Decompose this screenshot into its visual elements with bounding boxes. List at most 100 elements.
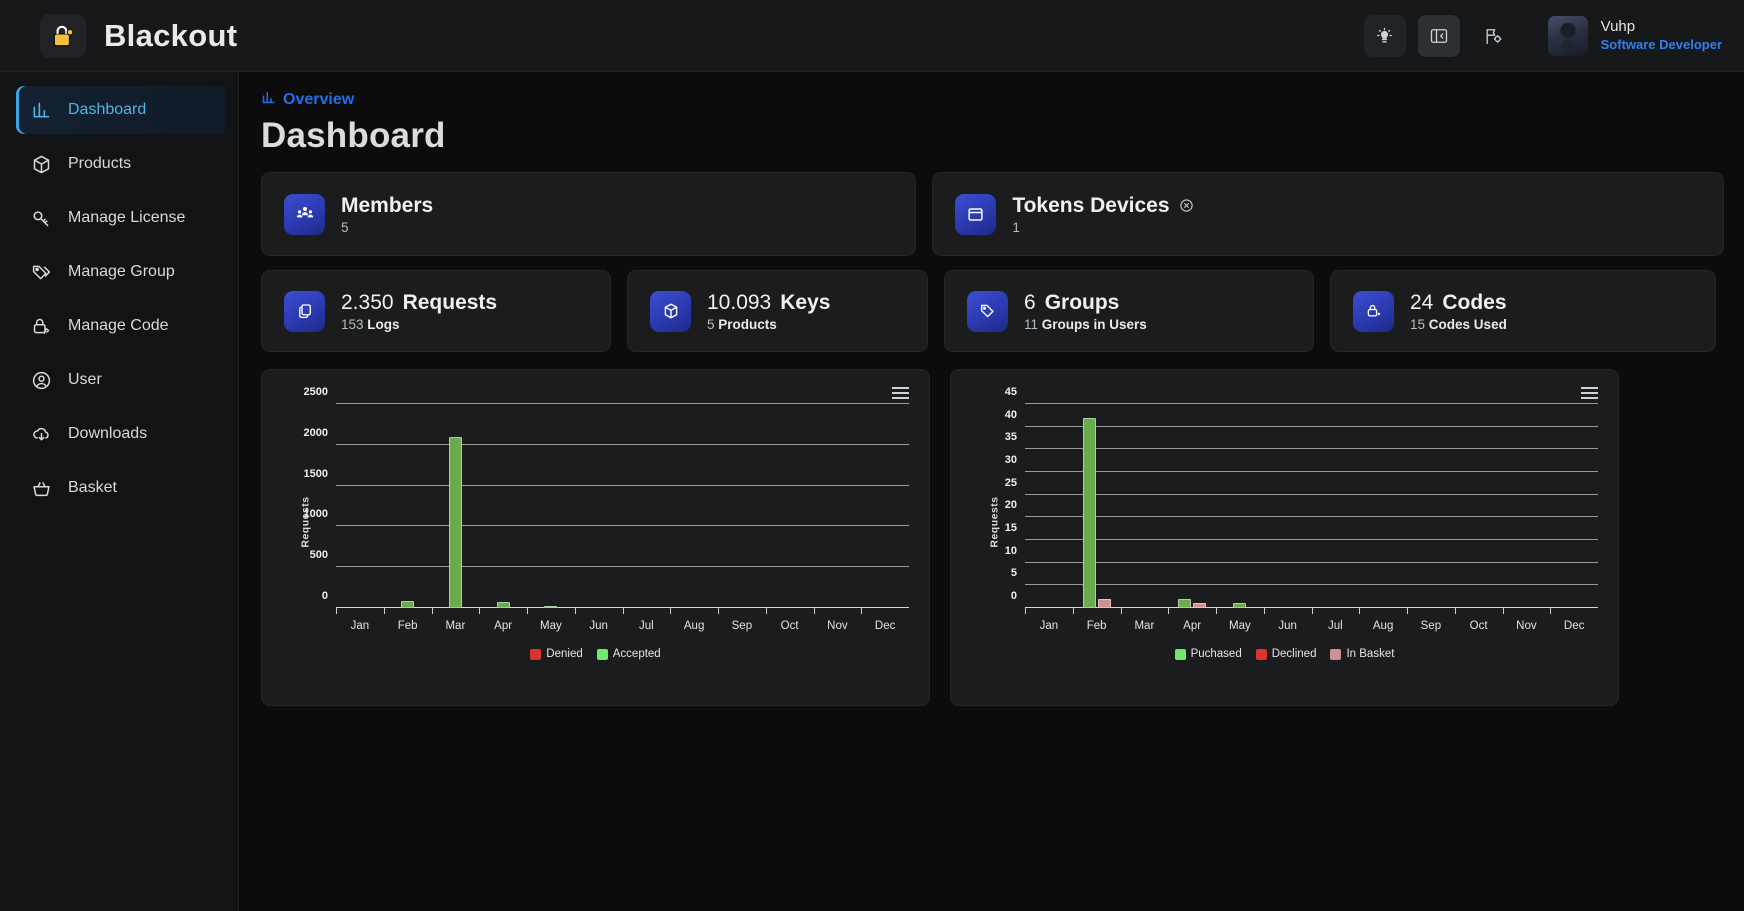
stat-sub-value: 5 xyxy=(707,316,715,332)
bar[interactable] xyxy=(448,436,462,608)
main-content: Overview Dashboard Members 5 Tokens Devi… xyxy=(239,72,1744,911)
bar[interactable] xyxy=(1097,598,1111,608)
sidebar-toggle-button[interactable] xyxy=(1417,14,1460,57)
y-axis-tick: 2500 xyxy=(303,386,328,398)
legend-label: Accepted xyxy=(612,648,661,660)
chart-legend: Denied Accepted xyxy=(278,648,913,660)
tick-mark xyxy=(1263,608,1312,614)
y-axis-tick: 500 xyxy=(309,549,328,562)
stats-row-secondary: 2.350 Requests 153 Logs 10.093 Keys 5 Pr… xyxy=(261,270,1724,352)
x-axis-tick: Oct xyxy=(780,620,799,632)
legend-item[interactable]: Denied xyxy=(530,648,583,660)
y-axis-tick: 0 xyxy=(321,590,328,602)
bar[interactable] xyxy=(1178,598,1192,608)
legend-item[interactable]: In Basket xyxy=(1330,648,1394,660)
plot-area: 0 5 10 15 20 25 30 35 40 45 xyxy=(1005,386,1598,608)
tags-icon xyxy=(30,261,52,283)
bar-group xyxy=(1121,404,1169,608)
stat-sub-label: Logs xyxy=(367,316,400,332)
x-axis-tick: Apr xyxy=(494,620,513,632)
sidebar-item-basket[interactable]: Basket xyxy=(16,464,226,512)
bar-group xyxy=(1407,404,1455,608)
sidebar-item-label: Manage Code xyxy=(68,317,169,334)
breadcrumb[interactable]: Overview xyxy=(261,90,1724,110)
bar-group xyxy=(718,404,766,608)
bar[interactable] xyxy=(1082,417,1096,608)
circle-x-icon[interactable] xyxy=(1179,198,1194,213)
stat-value: 1 xyxy=(1012,219,1020,235)
x-axis-tick: Oct xyxy=(1469,620,1488,632)
tick-mark xyxy=(861,608,909,614)
user-menu[interactable]: Vuhp Software Developer xyxy=(1547,15,1722,56)
top-bar: Blackout Vuhp Software Developer xyxy=(0,0,1744,72)
x-axis-tick: Jun xyxy=(589,620,608,632)
sidebar-item-user[interactable]: User xyxy=(16,356,226,404)
x-axis-tick: Jan xyxy=(1039,620,1059,632)
theme-toggle-button[interactable] xyxy=(1363,14,1406,57)
bar-group xyxy=(1073,404,1121,608)
stat-label: Codes xyxy=(1442,290,1507,314)
top-actions: Vuhp Software Developer xyxy=(1363,14,1722,57)
stat-title: Tokens Devices xyxy=(1012,193,1170,217)
legend-item[interactable]: Declined xyxy=(1255,648,1316,660)
stat-label: Keys xyxy=(780,290,831,314)
tick-mark xyxy=(670,608,718,614)
basket-icon xyxy=(30,477,52,499)
x-axis-tick: May xyxy=(1229,620,1251,632)
stat-card-keys[interactable]: 10.093 Keys 5 Products xyxy=(627,270,928,352)
sidebar-item-products[interactable]: Products xyxy=(16,140,226,188)
stat-card-tokens-devices[interactable]: Tokens Devices 1 xyxy=(932,172,1724,256)
x-axis-tick: Feb xyxy=(1086,620,1107,632)
legend-label: In Basket xyxy=(1346,648,1395,660)
tick-mark xyxy=(527,608,575,614)
copy-icon xyxy=(284,290,325,332)
stat-card-groups[interactable]: 6 Groups 11 Groups in Users xyxy=(944,270,1314,352)
legend-swatch xyxy=(530,648,542,660)
legend-item[interactable]: Accepted xyxy=(596,648,661,660)
tag-icon xyxy=(967,290,1008,332)
y-axis-tick: 40 xyxy=(1004,408,1017,421)
x-tickmarks xyxy=(336,608,909,614)
bar-chart-icon xyxy=(261,90,276,110)
tick-mark xyxy=(1216,608,1264,614)
stat-sub-label: Groups in Users xyxy=(1041,316,1147,332)
cloud-download-icon xyxy=(30,423,52,445)
requests-chart-card: Requests 0 500 1000 1500 2000 2500 Jan Feb Mar A… xyxy=(261,369,930,706)
flag-gear-icon[interactable] xyxy=(1472,15,1514,57)
sidebar-item-downloads[interactable]: Downloads xyxy=(16,410,226,458)
lock-code-icon xyxy=(30,315,52,337)
purchases-chart: Requests 0 5 10 15 20 25 30 35 40 45 Jan Feb Mar Apr… xyxy=(967,386,1602,646)
y-axis-tick: 1000 xyxy=(303,508,328,521)
plot-area: 0 500 1000 1500 2000 2500 xyxy=(304,386,909,608)
x-tickmarks xyxy=(1025,608,1598,614)
bar-group xyxy=(1025,404,1073,608)
x-axis-ticks: Jan Feb Mar Apr May Jun Jul Aug Sep Oct Nov Dec xyxy=(1025,620,1598,632)
legend-item[interactable]: Puchased xyxy=(1174,648,1242,660)
sidebar-item-manage-license[interactable]: Manage License xyxy=(16,194,226,242)
bar-group xyxy=(432,404,480,608)
sidebar-item-dashboard[interactable]: Dashboard xyxy=(16,86,226,134)
sidebar-item-manage-code[interactable]: Manage Code xyxy=(16,302,226,350)
box-icon xyxy=(30,153,52,175)
stat-card-codes[interactable]: 24 Codes 15 Codes Used xyxy=(1330,270,1716,352)
tick-mark xyxy=(1120,608,1169,614)
key-icon xyxy=(30,207,52,229)
x-axis-tick: Aug xyxy=(683,620,705,632)
x-axis-tick: Sep xyxy=(731,620,753,632)
purchases-chart-card: Requests 0 5 10 15 20 25 30 35 40 45 Jan Feb Mar Apr… xyxy=(950,369,1619,706)
tick-mark xyxy=(1454,608,1503,614)
tick-mark xyxy=(1025,608,1073,614)
stat-sub-label: Codes Used xyxy=(1428,316,1507,332)
brand: Blackout xyxy=(40,13,237,58)
tick-mark xyxy=(1311,608,1360,614)
sidebar-item-manage-group[interactable]: Manage Group xyxy=(16,248,226,296)
stat-card-members[interactable]: Members 5 xyxy=(261,172,917,256)
stat-card-requests[interactable]: 2.350 Requests 153 Logs xyxy=(261,270,611,352)
tick-mark xyxy=(813,608,862,614)
tick-mark xyxy=(479,608,527,614)
members-icon xyxy=(284,193,325,235)
stats-row-primary: Members 5 Tokens Devices 1 xyxy=(261,172,1724,256)
window-icon xyxy=(955,193,997,235)
sidebar-item-label: User xyxy=(68,371,102,388)
x-axis-tick: Sep xyxy=(1420,620,1442,632)
